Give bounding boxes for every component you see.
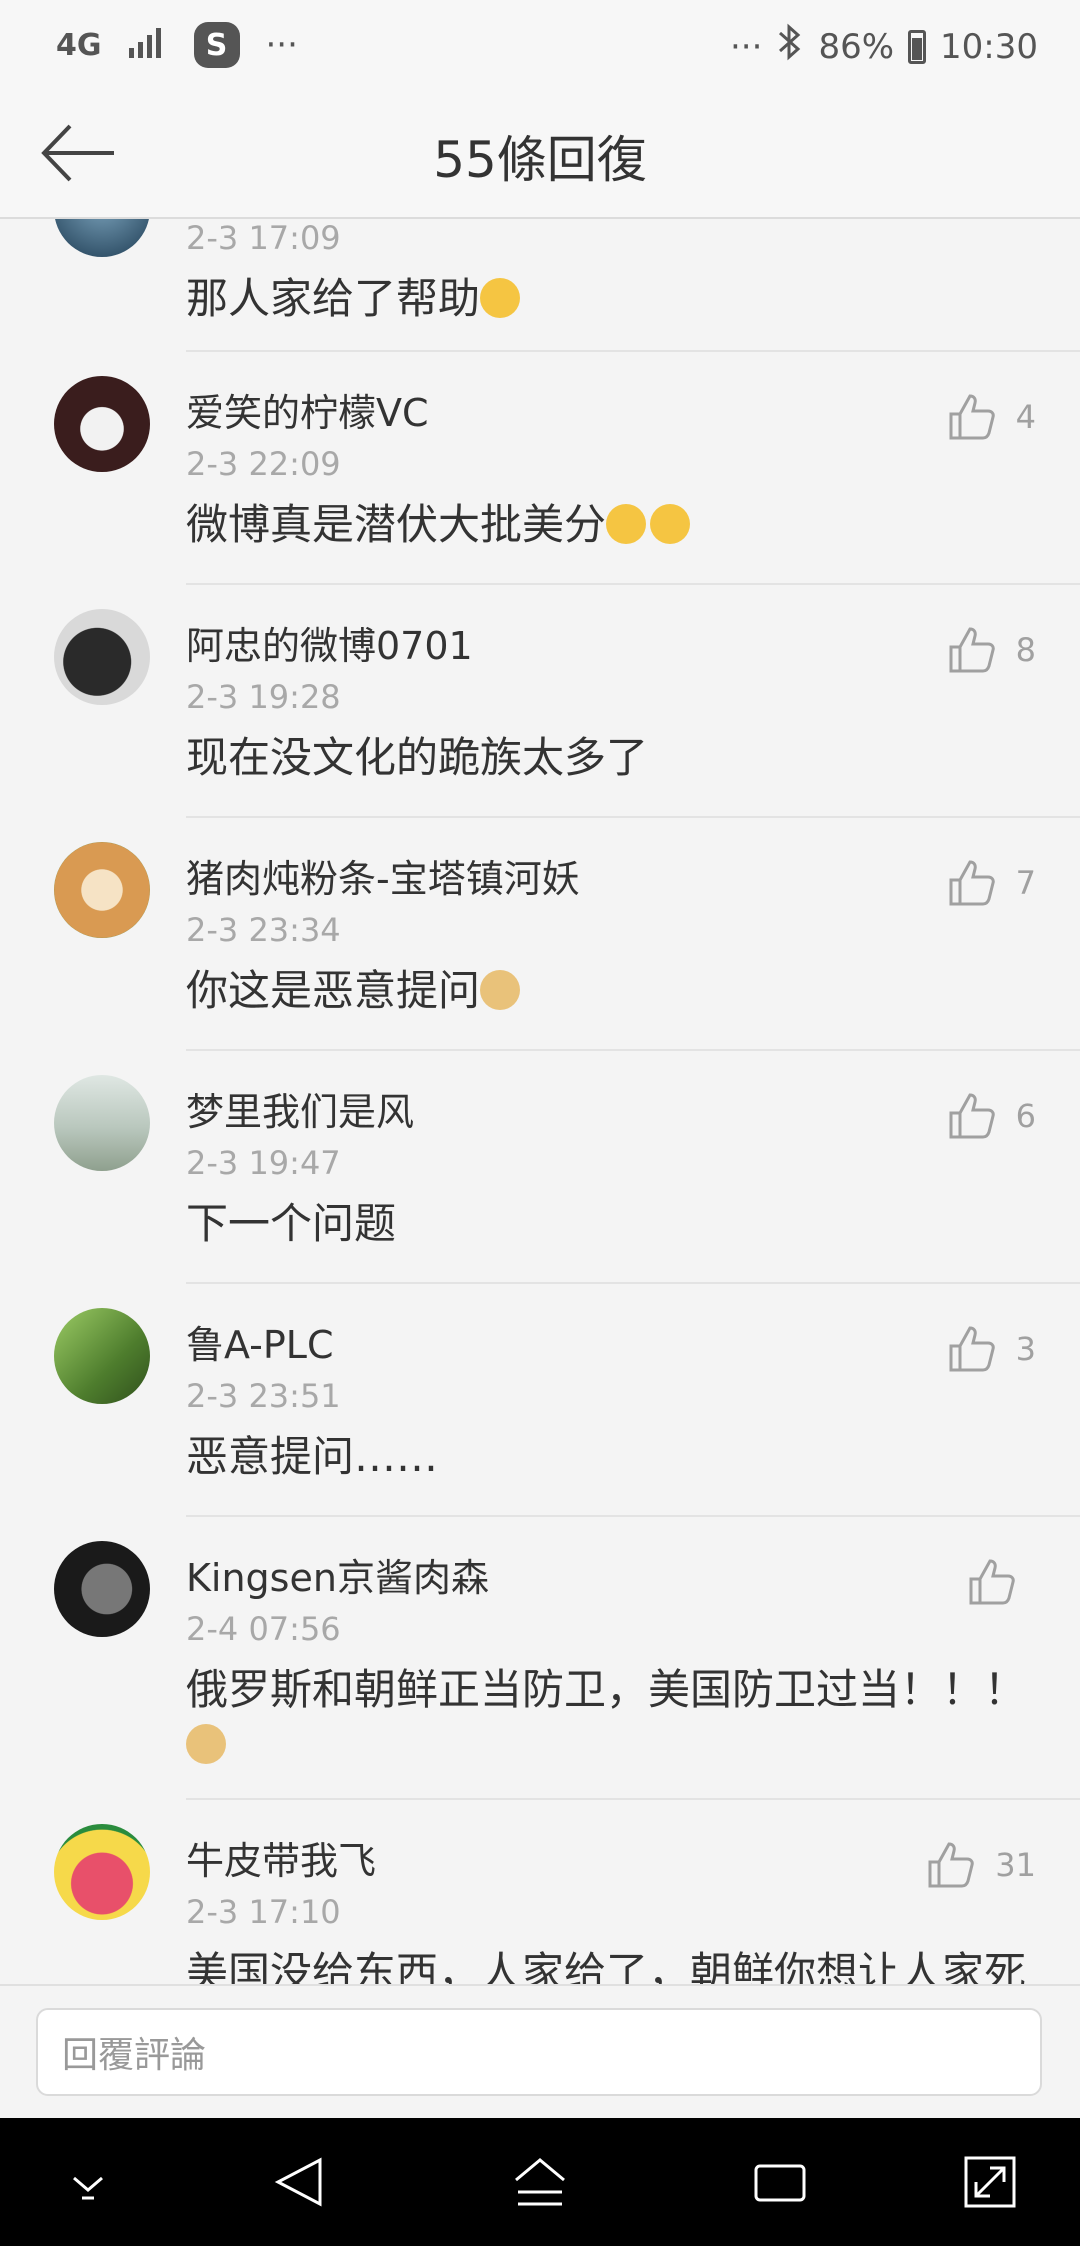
- page-title: 55條回復: [433, 131, 647, 189]
- comment-item[interactable]: 爱笑的柠檬VC 2-3 22:09 微博真是潜伏大批美分 4: [0, 352, 1080, 585]
- like-count: 3: [1015, 1330, 1036, 1368]
- battery-icon: [908, 29, 927, 64]
- comment-time: 2-3 22:09: [186, 445, 341, 483]
- battery-percent: 86%: [818, 26, 895, 67]
- comment-time: 2-3 19:47: [186, 1144, 341, 1182]
- comment-item[interactable]: 阿忠的微博0701 2-3 19:28 现在没文化的跪族太多了 8: [0, 585, 1080, 818]
- doge-emoji-icon: [186, 1723, 226, 1764]
- like-count: 31: [995, 1846, 1036, 1884]
- home-icon: [515, 2158, 565, 2206]
- like-button[interactable]: 7: [948, 858, 1036, 908]
- signal-icon: [128, 24, 168, 67]
- status-bar: 4G S ··· ··· 86% 10:30: [0, 0, 1080, 90]
- comment-text: 你这是恶意提问: [186, 963, 1030, 1018]
- avatar[interactable]: [54, 1541, 150, 1637]
- reply-placeholder: 回覆評論: [62, 2035, 207, 2076]
- bluetooth-icon: [776, 22, 804, 71]
- comment-text: 美国没给东西，人家给了，朝鲜你想让人家死: [186, 1948, 1027, 1984]
- back-nav-button[interactable]: [270, 2152, 330, 2212]
- like-button[interactable]: 8: [948, 625, 1036, 675]
- comment-text: 俄罗斯和朝鲜正当防卫，美国防卫过当！！！: [186, 1662, 1030, 1772]
- avatar[interactable]: [54, 376, 150, 472]
- comment-author[interactable]: 猪肉炖粉条-宝塔镇河妖: [186, 848, 580, 903]
- comment-author[interactable]: Kingsen京酱肉森: [186, 1547, 489, 1602]
- expand-button[interactable]: [960, 2152, 1020, 2212]
- back-triangle-icon: [274, 2157, 322, 2207]
- recents-button[interactable]: [750, 2152, 810, 2212]
- sweat-emoji-icon: [650, 503, 691, 544]
- more-status-icon: ···: [730, 26, 763, 67]
- thumbs-up-icon: [969, 1559, 1015, 1605]
- comment-time: 2-3 19:28: [186, 678, 341, 716]
- like-button[interactable]: 4: [948, 392, 1036, 442]
- comment-item[interactable]: 2-3 17:09 那人家给了帮助: [0, 219, 1080, 352]
- comment-author[interactable]: 阿忠的微博0701: [186, 615, 473, 670]
- comment-text: 微博真是潜伏大批美分: [186, 497, 1030, 552]
- like-count: 8: [1015, 631, 1036, 669]
- reply-input[interactable]: 回覆評論: [36, 2008, 1042, 2096]
- recents-icon: [754, 2164, 806, 2202]
- like-count: 6: [1015, 1097, 1036, 1135]
- network-indicator: 4G: [56, 27, 102, 63]
- hide-keyboard-button[interactable]: [58, 2152, 118, 2212]
- avatar[interactable]: [54, 842, 150, 938]
- reply-bar: 回覆評論: [0, 1984, 1080, 2120]
- comment-text: 下一个问题: [186, 1199, 397, 1248]
- comment-item[interactable]: 梦里我们是风 2-3 19:47 下一个问题 6: [0, 1051, 1080, 1284]
- header: 55條回復: [0, 90, 1080, 219]
- comment-text-content: 你这是恶意提问: [186, 966, 481, 1015]
- shrug-emoji-icon: [480, 277, 521, 318]
- comment-text: 恶意提问……: [186, 1432, 439, 1481]
- navigation-bar: [0, 2118, 1080, 2246]
- like-button[interactable]: 31: [927, 1840, 1036, 1890]
- comment-time: 2-3 17:10: [186, 1893, 341, 1931]
- comment-author[interactable]: 牛皮带我飞: [186, 1830, 376, 1885]
- comment-item[interactable]: 鲁A-PLC 2-3 23:51 恶意提问…… 3: [0, 1284, 1080, 1517]
- avatar[interactable]: [54, 1308, 150, 1404]
- avatar[interactable]: [54, 1075, 150, 1171]
- comment-item[interactable]: 猪肉炖粉条-宝塔镇河妖 2-3 23:34 你这是恶意提问 7: [0, 818, 1080, 1051]
- clock: 10:30: [940, 26, 1038, 67]
- comment-time: 2-3 23:34: [186, 911, 341, 949]
- thumbs-up-icon: [949, 394, 995, 440]
- app-notification-icon: S: [193, 22, 240, 68]
- like-button[interactable]: 6: [948, 1091, 1036, 1141]
- comment-text: 现在没文化的跪族太多了: [186, 733, 649, 782]
- comment-text: 那人家给了帮助: [186, 271, 1030, 326]
- like-button[interactable]: 3: [948, 1324, 1036, 1374]
- like-count: 4: [1015, 398, 1036, 436]
- thumbs-up-icon: [949, 1326, 995, 1372]
- comment-time: 2-3 17:09: [186, 219, 341, 257]
- thumbs-up-icon: [928, 1842, 975, 1888]
- comment-time: 2-4 07:56: [186, 1610, 341, 1648]
- thumbs-up-icon: [949, 627, 995, 673]
- comment-text-content: 那人家给了帮助: [186, 274, 481, 323]
- like-button[interactable]: [968, 1557, 1036, 1607]
- chevron-down-icon: [73, 2176, 103, 2200]
- comment-author[interactable]: 鲁A-PLC: [186, 1314, 334, 1369]
- like-count: 7: [1015, 864, 1036, 902]
- comment-author[interactable]: 梦里我们是风: [186, 1081, 414, 1136]
- avatar[interactable]: [54, 219, 150, 257]
- sweat-emoji-icon: [606, 503, 647, 544]
- comment-item[interactable]: Kingsen京酱肉森 2-4 07:56 俄罗斯和朝鲜正当防卫，美国防卫过当！…: [0, 1517, 1080, 1800]
- comment-time: 2-3 23:51: [186, 1377, 341, 1415]
- avatar[interactable]: [54, 1824, 150, 1920]
- comment-list[interactable]: 2-3 17:09 那人家给了帮助 爱笑的柠檬VC 2-3 22:09 微博真是…: [0, 219, 1080, 1984]
- home-button[interactable]: [510, 2152, 570, 2212]
- thumbs-up-icon: [949, 860, 995, 906]
- comment-text-content: 俄罗斯和朝鲜正当防卫，美国防卫过当！！！: [186, 1665, 1027, 1714]
- expand-icon: [964, 2156, 1016, 2208]
- doge-emoji-icon: [480, 969, 521, 1010]
- comment-author[interactable]: 爱笑的柠檬VC: [186, 382, 429, 437]
- comment-text-content: 微博真是潜伏大批美分: [186, 500, 607, 549]
- comment-item[interactable]: 牛皮带我飞 2-3 17:10 美国没给东西，人家给了，朝鲜你想让人家死 31: [0, 1800, 1080, 1984]
- more-notifications-icon: ···: [265, 25, 298, 65]
- avatar[interactable]: [54, 609, 150, 705]
- thumbs-up-icon: [949, 1093, 995, 1139]
